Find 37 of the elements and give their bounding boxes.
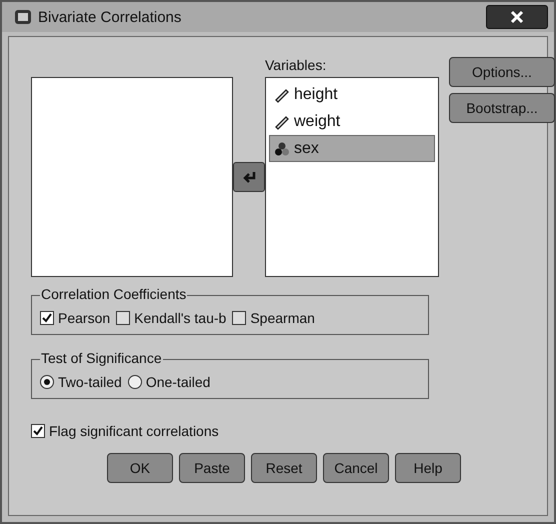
variable-item[interactable]: weight bbox=[269, 108, 435, 135]
side-button[interactable]: Options... bbox=[449, 57, 555, 87]
app-icon bbox=[14, 8, 32, 26]
dialog-button[interactable]: OK bbox=[107, 453, 173, 483]
dialog-button[interactable]: Help bbox=[395, 453, 461, 483]
group-title: Correlation Coefficients bbox=[40, 286, 188, 302]
option-label: Pearson bbox=[58, 310, 110, 326]
option-label: Two-tailed bbox=[58, 374, 122, 390]
checkbox[interactable] bbox=[31, 424, 45, 438]
side-button[interactable]: Bootstrap... bbox=[449, 93, 555, 123]
option-label: Spearman bbox=[250, 310, 315, 326]
radio-button[interactable] bbox=[128, 375, 142, 389]
checkbox[interactable] bbox=[232, 311, 246, 325]
checkmark-icon bbox=[33, 426, 43, 436]
arrow-icon bbox=[241, 170, 257, 184]
variable-item[interactable]: height bbox=[269, 81, 435, 108]
option-label: Kendall's tau-b bbox=[134, 310, 226, 326]
option-label: Flag significant correlations bbox=[49, 423, 219, 439]
radio-button[interactable] bbox=[40, 375, 54, 389]
variables-list[interactable]: height weight sex bbox=[265, 77, 439, 277]
circles-icon bbox=[274, 140, 290, 156]
dialog-button[interactable]: Reset bbox=[251, 453, 317, 483]
ruler-icon bbox=[274, 86, 290, 102]
variable-item[interactable]: sex bbox=[269, 135, 435, 162]
move-button[interactable] bbox=[233, 162, 265, 192]
close-button[interactable] bbox=[486, 5, 548, 29]
option-label: One-tailed bbox=[146, 374, 210, 390]
checkbox[interactable] bbox=[116, 311, 130, 325]
group-title: Test of Significance bbox=[40, 350, 163, 366]
checkbox[interactable] bbox=[40, 311, 54, 325]
dialog-button[interactable]: Cancel bbox=[323, 453, 389, 483]
window-title: Bivariate Correlations bbox=[38, 8, 182, 26]
close-icon bbox=[510, 10, 524, 24]
variables-label: Variables: bbox=[265, 57, 328, 75]
ruler-icon bbox=[274, 114, 290, 130]
dialog-button[interactable]: Paste bbox=[179, 453, 245, 483]
checkmark-icon bbox=[42, 313, 52, 323]
